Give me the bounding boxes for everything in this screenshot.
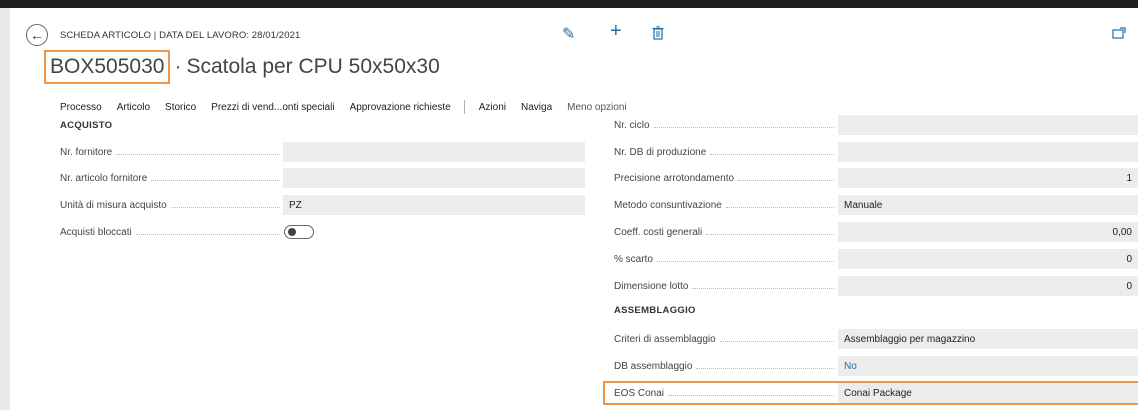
nr-articolo-fornitore-input[interactable] [283,168,585,188]
toggle-knob [288,228,296,236]
field-unita-misura-acquisto: Unità di misura acquisto PZ [60,195,585,215]
menu-processo[interactable]: Processo [60,102,102,113]
field-label: Nr. fornitore [60,142,280,162]
page-title: BOX505030 · Scatola per CPU 50x50x30 [44,50,440,84]
back-arrow-icon: ← [30,27,44,43]
field-precisione-arrotondamento: Precisione arrotondamento 1 [614,168,1138,188]
criteri-assemblaggio-select[interactable]: Assemblaggio per magazzino [838,329,1138,349]
top-bar [0,0,1138,8]
field-label: Unità di misura acquisto [60,195,280,215]
field-label: DB assemblaggio [614,356,834,376]
field-label: % scarto [614,249,834,269]
nr-ciclo-input[interactable] [838,115,1138,135]
precisione-arrotondamento-input[interactable]: 1 [838,168,1138,188]
left-edge [0,8,10,410]
field-label: Dimensione lotto [614,276,834,296]
field-label: Nr. ciclo [614,115,834,135]
menu-divider [463,100,465,114]
field-nr-db-produzione: Nr. DB di produzione [614,142,1138,162]
menu-approvazione[interactable]: Approvazione richieste [350,102,451,113]
field-acquisti-bloccati: Acquisti bloccati [60,222,585,242]
menu-less-options[interactable]: Meno opzioni [567,102,626,113]
field-dimensione-lotto: Dimensione lotto 0 [614,276,1138,296]
field-metodo-consuntivazione: Metodo consuntivazione Manuale [614,195,1138,215]
field-percent-scarto: % scarto 0 [614,249,1138,269]
field-label: Nr. DB di produzione [614,142,834,162]
title-separator: · [174,55,182,78]
menu-naviga[interactable]: Naviga [521,102,552,113]
eos-conai-highlight [603,381,1138,405]
item-code: BOX505030 [44,50,171,84]
percent-scarto-input[interactable]: 0 [838,249,1138,269]
field-label: Precisione arrotondamento [614,168,834,188]
nr-db-produzione-input[interactable] [838,142,1138,162]
trash-icon-glyph [652,26,664,40]
field-nr-fornitore: Nr. fornitore [60,142,585,162]
acquisti-bloccati-toggle[interactable] [284,225,314,239]
unita-misura-acquisto-input[interactable]: PZ [283,195,585,215]
menu-prezzi[interactable]: Prezzi di vend...onti speciali [211,102,334,113]
trash-icon[interactable] [652,26,664,45]
menu-storico[interactable]: Storico [165,102,196,113]
popout-icon-glyph [1112,27,1126,39]
plus-icon[interactable]: + [610,21,622,41]
field-label: Coeff. costi generali [614,222,834,242]
db-assemblaggio-link[interactable]: No [838,356,1138,376]
coeff-costi-generali-input[interactable]: 0,00 [838,222,1138,242]
page-caption: SCHEDA ARTICOLO | DATA DEL LAVORO: 28/01… [60,30,301,41]
open-in-new-window-icon[interactable] [1112,26,1126,44]
field-criteri-assemblaggio: Criteri di assemblaggio Assemblaggio per… [614,329,1138,349]
menu-articolo[interactable]: Articolo [117,102,150,113]
field-label: Acquisti bloccati [60,222,280,242]
menu-azioni[interactable]: Azioni [479,102,506,113]
back-button[interactable]: ← [26,24,48,46]
field-coeff-costi-generali: Coeff. costi generali 0,00 [614,222,1138,242]
dimensione-lotto-input[interactable]: 0 [838,276,1138,296]
field-label: Nr. articolo fornitore [60,168,280,188]
field-db-assemblaggio: DB assemblaggio No [614,356,1138,376]
section-acquisto-title: ACQUISTO [60,120,113,131]
item-description: Scatola per CPU 50x50x30 [186,55,440,78]
field-label: Criteri di assemblaggio [614,329,834,349]
nr-fornitore-input[interactable] [283,142,585,162]
metodo-consuntivazione-select[interactable]: Manuale [838,195,1138,215]
pencil-icon[interactable]: ✎ [562,26,575,44]
field-nr-articolo-fornitore: Nr. articolo fornitore [60,168,585,188]
field-nr-ciclo: Nr. ciclo [614,115,1138,135]
section-assemblaggio-title: ASSEMBLAGGIO [614,305,696,316]
field-label: Metodo consuntivazione [614,195,834,215]
action-menu: Processo Articolo Storico Prezzi di vend… [60,99,627,115]
